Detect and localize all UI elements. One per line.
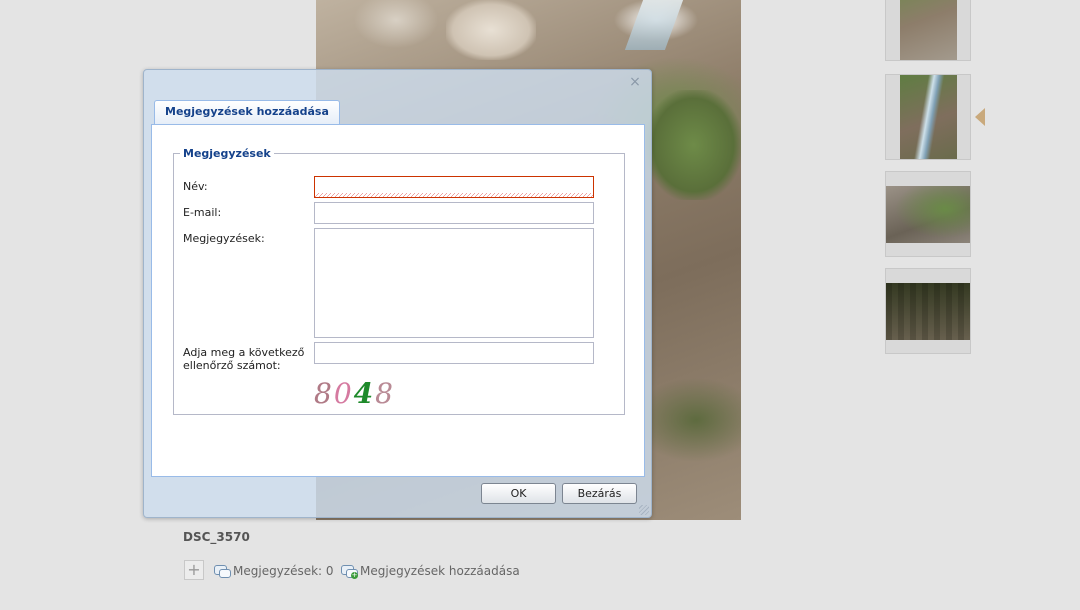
add-comments-label: Megjegyzések hozzáadása: [360, 564, 520, 578]
arrow-left-icon[interactable]: [975, 108, 985, 126]
captcha-image: 8048: [314, 379, 395, 409]
add-button[interactable]: +: [184, 560, 204, 580]
fieldset-legend: Megjegyzések: [183, 147, 271, 160]
thumbnail-image: [899, 0, 957, 60]
comments-count-label: Megjegyzések: 0: [233, 564, 334, 578]
thumbnail-1[interactable]: [885, 0, 971, 61]
tab-panel: Megjegyzések Név: E-mail: Megjegyzések: …: [151, 125, 645, 477]
comments-count[interactable]: Megjegyzések: 0: [214, 564, 334, 578]
thumbnail-image: [886, 282, 970, 340]
name-label: Név:: [183, 180, 208, 193]
captcha-digit: 4: [353, 377, 376, 410]
captcha-field[interactable]: [314, 342, 594, 364]
name-field[interactable]: [314, 176, 594, 198]
comments-textarea[interactable]: [314, 228, 594, 338]
captcha-label: Adja meg a következő ellenőrző számot:: [183, 346, 305, 372]
ok-button[interactable]: OK: [481, 483, 556, 504]
thumbnail-3[interactable]: [885, 171, 971, 257]
captcha-digit: 8: [314, 377, 334, 410]
tab-add-comments[interactable]: Megjegyzések hozzáadása: [154, 100, 340, 124]
thumbnail-2[interactable]: [885, 74, 971, 160]
thumbnail-image: [899, 75, 957, 159]
resize-grip[interactable]: [639, 505, 649, 515]
captcha-digit: 0: [333, 377, 354, 410]
add-comments-dialog: × Megjegyzések hozzáadása Megjegyzések N…: [143, 69, 652, 518]
close-icon[interactable]: ×: [628, 75, 642, 89]
photo-waterfall: [624, 0, 684, 50]
tab-bar: Megjegyzések hozzáadása: [151, 98, 645, 125]
comments-label: Megjegyzések:: [183, 232, 265, 245]
email-field[interactable]: [314, 202, 594, 224]
email-label: E-mail:: [183, 206, 222, 219]
comments-bubble-icon: [214, 564, 231, 578]
close-button[interactable]: Bezárás: [562, 483, 637, 504]
captcha-digit: 8: [375, 377, 395, 410]
photo-moss: [646, 90, 741, 200]
thumbnail-4[interactable]: [885, 268, 971, 354]
thumbnail-image: [886, 185, 970, 243]
comments-fieldset: Megjegyzések Név: E-mail: Megjegyzések: …: [173, 147, 625, 415]
add-comments-link[interactable]: + Megjegyzések hozzáadása: [341, 564, 520, 579]
add-comment-icon: +: [341, 564, 358, 579]
photo-rock: [446, 0, 536, 60]
image-title: DSC_3570: [183, 530, 250, 544]
